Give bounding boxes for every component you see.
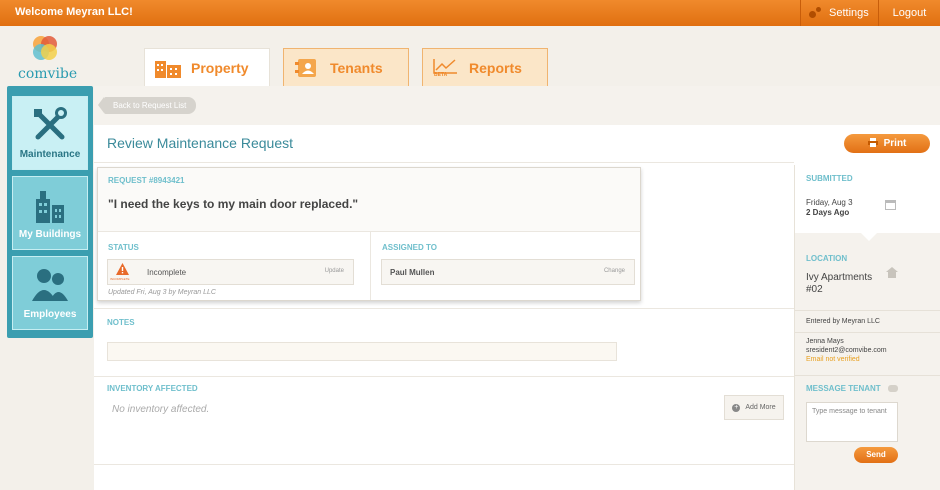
sidebar: Maintenance My Buildings Employees [7,86,93,338]
add-more-label: Add More [745,404,776,411]
divider [370,232,371,300]
sidebar-item-label: Maintenance [19,149,81,160]
printer-icon [867,137,878,150]
chart-beta-icon: BETA [433,58,461,78]
tools-icon [30,105,70,145]
top-bar: Welcome Meyran LLC! Settings Logout [0,0,940,26]
inventory-label: INVENTORY AFFECTED [107,384,198,393]
divider [94,308,794,309]
tab-tenants[interactable]: Tenants [283,48,409,86]
tab-label: Property [191,60,249,76]
breadcrumb: Back to Request List [94,86,940,125]
sidebar-item-label: My Buildings [18,229,82,240]
status-field: INCOMPLETE Incomplete Update [107,259,354,285]
status-value: Incomplete [147,268,187,277]
assigned-field: Paul Mullen Change [381,259,635,285]
status-label: STATUS [108,243,139,252]
message-input[interactable]: Type message to tenant [806,402,898,442]
assigned-label: ASSIGNED TO [382,243,437,252]
submitted-date: Friday, Aug 3 [806,198,853,207]
notes-input[interactable] [107,342,617,361]
request-header: REQUEST #8943421 "I need the keys to my … [98,168,640,232]
logout-link[interactable]: Logout [878,0,940,26]
welcome-text: Welcome Meyran LLC! [15,6,133,18]
status-icon-caption: INCOMPLETE [110,277,130,281]
submitted-notch [861,233,877,241]
submitted-section: SUBMITTED Friday, Aug 3 2 Days Ago [795,165,940,233]
assigned-value: Paul Mullen [390,268,435,277]
update-status-link[interactable]: Update [325,268,344,274]
home-icon [886,265,898,283]
print-button[interactable]: Print [844,134,930,153]
settings-label: Settings [829,7,869,19]
divider [795,332,940,333]
gear-icon [809,7,823,19]
send-button[interactable]: Send [854,447,898,463]
settings-link[interactable]: Settings [800,0,878,26]
tab-reports[interactable]: BETA Reports [422,48,548,86]
tab-property[interactable]: Property [144,48,270,87]
sidebar-item-maintenance[interactable]: Maintenance [12,96,88,170]
calendar-icon [885,200,896,210]
location-line2: #02 [806,284,823,295]
divider [795,375,940,376]
tab-label: Tenants [330,59,383,76]
inventory-empty-text: No inventory affected. [112,404,210,415]
divider [94,162,794,163]
location-label: LOCATION [806,254,848,263]
change-assignee-link[interactable]: Change [604,268,625,274]
back-to-list-button[interactable]: Back to Request List [97,97,197,114]
tenant-name: Jenna Mays [806,338,844,345]
contacts-icon [294,58,322,78]
request-card: REQUEST #8943421 "I need the keys to my … [97,167,641,301]
logo-text: comvibe [18,66,78,82]
buildings-icon [30,185,70,225]
request-number: REQUEST #8943421 [108,176,185,185]
message-tenant-label: MESSAGE TENANT [806,384,881,393]
request-quote: "I need the keys to my main door replace… [108,197,359,211]
top-nav: Settings Logout [800,0,940,26]
page-title: Review Maintenance Request [107,135,293,151]
divider [94,464,794,465]
entered-by: Entered by Meyran LLC [806,318,880,325]
location-line1: Ivy Apartments [806,272,873,283]
tenant-email[interactable]: sresident2@comvibe.com [806,347,887,354]
add-more-button[interactable]: + Add More [724,395,784,420]
email-status: Email not verified [806,356,860,363]
beta-badge: BETA [434,71,448,78]
sidebar-item-label: Employees [23,309,77,320]
submitted-ago: 2 Days Ago [806,208,850,217]
divider [94,376,794,377]
warning-icon [116,263,129,277]
sidebar-item-my-buildings[interactable]: My Buildings [12,176,88,250]
people-icon [30,265,70,305]
plus-circle-icon: + [732,403,741,412]
status-updated-text: Updated Fri, Aug 3 by Meyran LLC [108,289,216,296]
divider [795,310,940,311]
chat-bubble-icon [888,385,898,392]
notes-label: NOTES [107,318,135,327]
sidebar-item-employees[interactable]: Employees [12,256,88,330]
print-label: Print [883,138,907,149]
tab-label: Reports [469,59,522,76]
submitted-label: SUBMITTED [806,174,853,183]
request-details-column: SUBMITTED Friday, Aug 3 2 Days Ago LOCAT… [794,165,940,490]
building-icon [155,58,183,78]
